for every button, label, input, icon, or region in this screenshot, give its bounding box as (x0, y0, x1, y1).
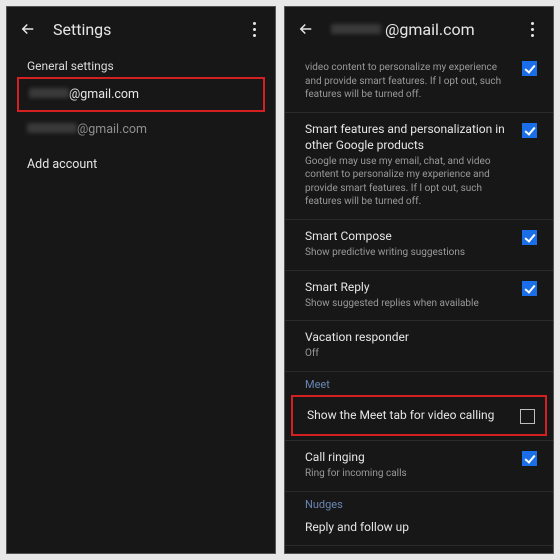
setting-desc: Ring for incoming calls (305, 467, 512, 481)
setting-title: Call ringing (305, 449, 512, 465)
setting-title: Show the Meet tab for video calling (307, 407, 510, 423)
checkbox-icon[interactable] (520, 409, 535, 424)
redacted-username-icon (29, 88, 69, 98)
account2-item[interactable]: @gmail.com (7, 112, 275, 147)
account2-suffix: @gmail.com (77, 122, 147, 137)
add-account-item[interactable]: Add account (7, 147, 275, 182)
meet-tab-setting[interactable]: Show the Meet tab for video calling (293, 397, 545, 434)
overflow-menu-icon[interactable] (243, 18, 265, 40)
checkbox-icon[interactable] (522, 123, 537, 138)
setting-title: Smart Reply (305, 279, 512, 295)
meet-section-label: Meet (285, 372, 553, 391)
account-settings-pane: @gmail.com video content to personalize … (284, 6, 554, 554)
setting-desc: Google may use my email, chat, and video… (305, 155, 512, 209)
vacation-responder-setting[interactable]: Vacation responder Off (285, 321, 553, 371)
setting-desc: video content to personalize my experien… (305, 61, 512, 102)
checkbox-icon[interactable] (522, 451, 537, 466)
redacted-username-icon (331, 24, 381, 34)
checkbox-icon[interactable] (522, 281, 537, 296)
general-settings-item[interactable]: General settings (7, 51, 275, 77)
setting-title: Reply and follow up (305, 519, 537, 535)
settings-list-pane: Settings General settings @gmail.com @gm… (6, 6, 276, 554)
appbar-title-suffix: @gmail.com (385, 20, 475, 39)
back-icon[interactable] (295, 18, 317, 40)
reply-follow-setting[interactable]: Reply and follow up (285, 511, 553, 545)
smart-compose-setting[interactable]: Smart Compose Show predictive writing su… (285, 220, 553, 270)
setting-title: Smart Compose (305, 228, 512, 244)
smart-reply-setting[interactable]: Smart Reply Show suggested replies when … (285, 271, 553, 321)
appbar-right: @gmail.com (285, 7, 553, 51)
setting-title: Vacation responder (305, 329, 537, 345)
smart-features-setting[interactable]: video content to personalize my experien… (285, 51, 553, 112)
settings-scroll[interactable]: video content to personalize my experien… (285, 51, 553, 553)
smart-other-setting[interactable]: Smart features and personalization in ot… (285, 113, 553, 219)
account1-suffix: @gmail.com (69, 87, 139, 102)
account1-highlight: @gmail.com (17, 77, 265, 112)
inbox-tips-section-label: Inbox Tips (285, 546, 553, 553)
appbar-title: @gmail.com (331, 20, 507, 39)
checkbox-icon[interactable] (522, 61, 537, 76)
nudges-section-label: Nudges (285, 492, 553, 511)
appbar-title: Settings (53, 20, 229, 39)
setting-title: Smart features and personalization in ot… (305, 121, 512, 153)
checkbox-icon[interactable] (522, 230, 537, 245)
setting-desc: Off (305, 347, 537, 361)
back-icon[interactable] (17, 18, 39, 40)
overflow-menu-icon[interactable] (521, 18, 543, 40)
call-ringing-setting[interactable]: Call ringing Ring for incoming calls (285, 441, 553, 491)
setting-desc: Show predictive writing suggestions (305, 246, 512, 260)
appbar-left: Settings (7, 7, 275, 51)
redacted-username-icon (27, 123, 77, 133)
meet-tab-highlight: Show the Meet tab for video calling (291, 395, 547, 436)
setting-desc: Show suggested replies when available (305, 297, 512, 311)
account1-item[interactable]: @gmail.com (19, 79, 263, 110)
